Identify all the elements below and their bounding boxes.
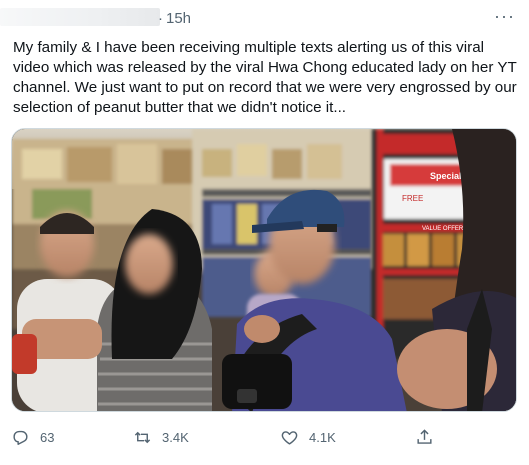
- tweet-text: My family & I have been receiving multip…: [13, 39, 517, 116]
- store-scene-image: Special FREE VALUE OFFERS: [12, 129, 516, 411]
- like-count: 4.1K: [309, 429, 336, 445]
- retweet-button[interactable]: 3.4K: [133, 422, 189, 452]
- share-icon: [417, 428, 432, 444]
- heart-icon: [281, 430, 298, 445]
- shelf-tag: VALUE OFFERS: [422, 226, 467, 232]
- tweet-timestamp[interactable]: 15h: [166, 10, 191, 27]
- blurred-author-name[interactable]: [0, 8, 160, 26]
- separator-dot: ·: [158, 10, 163, 27]
- tweet-header: · 15h ···: [0, 0, 529, 34]
- reply-icon: [13, 430, 28, 445]
- store-sign-sub: FREE: [402, 194, 423, 203]
- like-button[interactable]: 4.1K: [280, 422, 336, 452]
- reply-count: 63: [40, 429, 55, 445]
- retweet-icon: [134, 431, 151, 443]
- tweet-video-thumbnail[interactable]: Special FREE VALUE OFFERS: [11, 128, 517, 412]
- store-sign-label: Special: [430, 171, 462, 181]
- more-icon[interactable]: ···: [494, 6, 515, 27]
- tweet-actions-bar: 63 3.4K 4.1K: [0, 422, 529, 452]
- retweet-count: 3.4K: [162, 429, 189, 445]
- reply-button[interactable]: 63: [11, 422, 54, 452]
- share-button[interactable]: [415, 422, 434, 452]
